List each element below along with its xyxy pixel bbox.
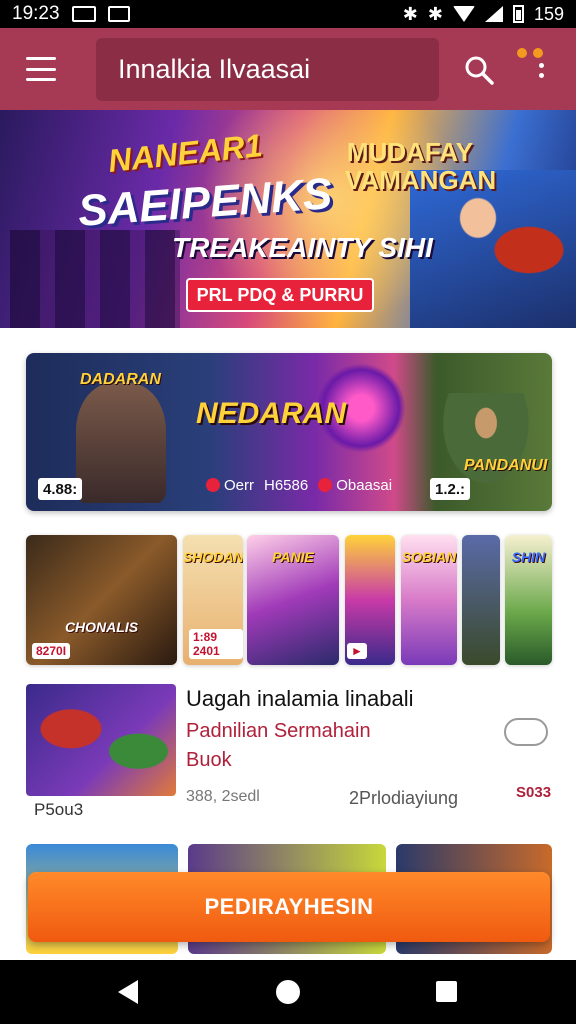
list-item[interactable]: Uagah inalamia linabali Padnilian Sermah… [26, 684, 552, 824]
notification-icon [107, 6, 130, 22]
list-item-subtitle-2: Buok [186, 749, 232, 771]
featured-info: Oerr H6586 Obaasai [206, 477, 392, 494]
featured-title: NEDARAN [196, 397, 346, 430]
primary-action-button[interactable]: PEDIRAYHESIN [28, 872, 550, 942]
recents-icon[interactable] [436, 981, 457, 1002]
featured-badge-right: 1.2.: [430, 478, 471, 500]
record-icon [318, 478, 333, 492]
hero-cta-button[interactable]: PRL PDQ & PURRU [186, 278, 374, 312]
thumbnail-card[interactable]: SHODAN 1:89 2401 [183, 535, 243, 665]
status-left: 19:23 [12, 3, 130, 25]
thumbnail-row: CHONALIS 8270I SHODAN 1:89 2401 PANIE ► … [26, 535, 552, 665]
screen: 19:23 ✱ ✱ 159 Innalkia Ilvaasai NANEAR1 … [0, 0, 576, 1024]
thumbnail-card[interactable]: CHONALIS 8270I [26, 535, 177, 665]
hero-characters-left [10, 230, 180, 328]
status-right: ✱ ✱ 159 [403, 4, 564, 25]
featured-info-1: Oerr [206, 477, 254, 494]
thumbnail-badge: ► [347, 643, 367, 659]
thumbnail-title: CHONALIS [64, 619, 139, 635]
thumbnail-card[interactable]: ► [345, 535, 395, 665]
featured-info-3: Obaasai [318, 477, 392, 494]
search-icon[interactable] [463, 54, 495, 86]
mail-icon [71, 6, 96, 22]
app-bar: Innalkia Ilvaasai [0, 28, 576, 110]
featured-info-3-text: Obaasai [336, 477, 393, 494]
menu-icon[interactable] [26, 57, 56, 81]
vibrate-icon: ✱ [427, 3, 443, 24]
list-item-thumbnail [26, 684, 176, 796]
featured-info-2: H6586 [264, 477, 309, 494]
thumbnail-card[interactable]: SHIN [505, 535, 552, 665]
thumbnail-card[interactable] [462, 535, 500, 665]
signal-icon [484, 6, 503, 22]
battery-icon [512, 5, 524, 23]
status-bar: 19:23 ✱ ✱ 159 [0, 0, 576, 28]
hero-right-title: MUDAFAY VAMANGAN [345, 137, 497, 195]
thumbnail-card[interactable]: PANIE [247, 535, 339, 665]
thumbnail-price: 1:89 2401 [189, 629, 243, 659]
more-options-icon[interactable] [526, 50, 556, 90]
thumbnail-title: SHODAN [183, 549, 243, 565]
thumbnail-title: PANIE [272, 549, 314, 565]
back-icon[interactable] [118, 980, 138, 1004]
app-title[interactable]: Innalkia Ilvaasai [96, 38, 439, 101]
thumbnail-title: SOBIAN [401, 549, 457, 565]
featured-subtitle-left: DADARAN [80, 371, 161, 388]
bluetooth-icon: ✱ [402, 3, 418, 24]
featured-badge-left: 4.88: [38, 478, 83, 500]
featured-card[interactable]: DADARAN NEDARAN PANDANUI 4.88: Oerr H658… [26, 353, 552, 511]
list-item-price: S033 [516, 784, 552, 801]
hero-subtitle: TREAKEAINTY SIHI [172, 232, 433, 263]
featured-character [76, 383, 166, 503]
wifi-icon [452, 6, 475, 22]
thumbnail-price: 8270I [32, 643, 71, 659]
thumbnail-card[interactable]: SOBIAN [401, 535, 457, 665]
list-item-meta: 388, 2sedl [186, 788, 260, 805]
record-icon [206, 478, 220, 492]
featured-info-1-text: Oerr [224, 477, 254, 494]
hero-banner[interactable]: NANEAR1 SAEIPENKS MUDAFAY VAMANGAN TREAK… [0, 110, 576, 328]
featured-subtitle-right: PANDANUI [464, 457, 548, 474]
status-time: 19:23 [12, 3, 60, 24]
battery-text: 159 [533, 3, 564, 24]
thumbnail-title: SHIN [511, 549, 546, 565]
home-icon[interactable] [276, 980, 300, 1004]
list-item-meta-2: 2Prlodiayiung [349, 788, 459, 808]
list-item-meta-left: P5ou3 [34, 800, 84, 819]
list-item-title: Uagah inalamia linabali [186, 686, 414, 711]
list-item-subtitle: Padnilian Sermahain [186, 720, 371, 742]
chat-bubble-icon[interactable] [504, 718, 548, 746]
navigation-bar [0, 960, 576, 1024]
